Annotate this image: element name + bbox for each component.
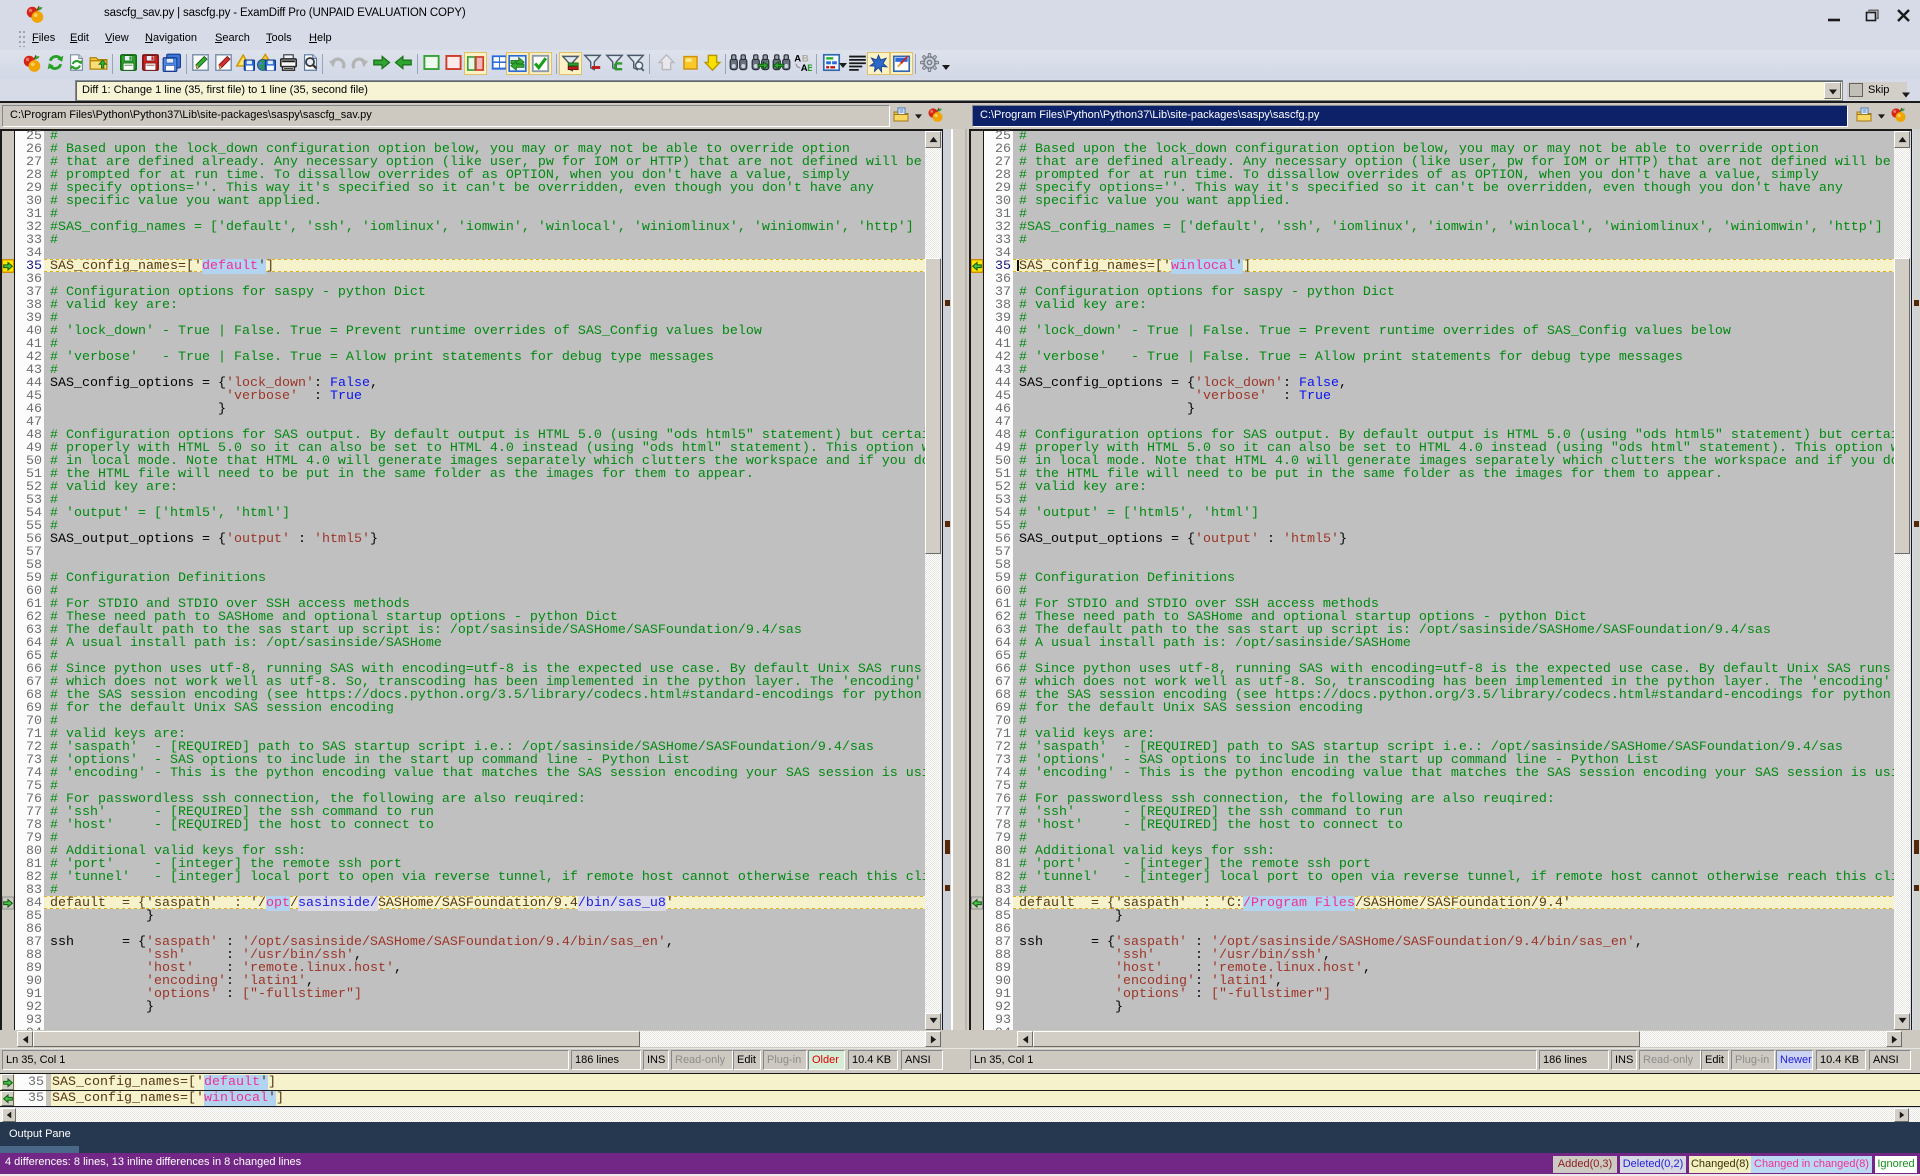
- svg-text:B: B: [807, 63, 812, 72]
